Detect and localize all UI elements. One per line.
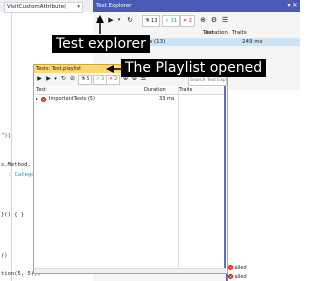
callout-test-explorer: Test explorer [52,35,150,53]
arrow-head [106,65,114,73]
arrow-head [96,15,104,23]
callout-playlist: The Playlist opened [121,59,267,77]
annotation-arrows [96,15,123,73]
